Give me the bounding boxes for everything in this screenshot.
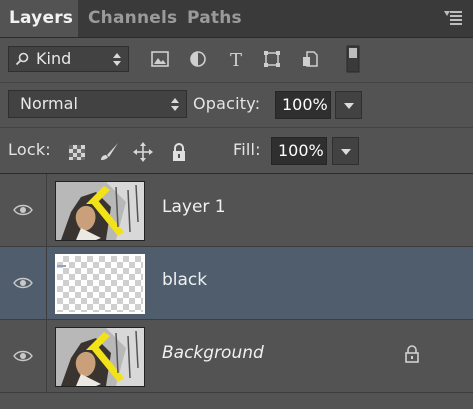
lock-transparent-pixels-icon[interactable] <box>66 141 88 163</box>
fill-dropdown-button[interactable] <box>332 137 359 165</box>
svg-text:T: T <box>230 50 242 68</box>
tab-layers[interactable]: Layers <box>0 0 78 37</box>
fill-value: 100% <box>278 141 324 160</box>
filter-toggle-icon[interactable] <box>346 45 360 73</box>
opacity-dropdown-button[interactable] <box>335 91 362 119</box>
chevron-down-icon <box>341 149 351 155</box>
type-layer-filter-icon[interactable]: T <box>226 50 246 68</box>
opacity-input[interactable]: 100% <box>275 91 331 119</box>
lock-position-icon[interactable] <box>132 141 154 163</box>
layer-row-background[interactable]: Background <box>0 320 473 393</box>
tab-layers-label: Layers <box>9 8 74 28</box>
pixel-layer-filter-icon[interactable] <box>150 50 170 68</box>
blend-mode-value: Normal <box>20 94 78 113</box>
tab-channels[interactable]: Channels <box>88 8 177 28</box>
smart-object-filter-icon[interactable] <box>300 50 320 68</box>
fill-label: Fill: <box>233 140 261 159</box>
search-icon <box>15 52 29 66</box>
layer-thumbnail[interactable] <box>55 181 145 241</box>
layer-row-black[interactable]: black <box>0 247 473 320</box>
chevron-down-icon <box>344 103 354 109</box>
visibility-toggle[interactable] <box>0 247 47 319</box>
opacity-label: Opacity: <box>193 94 261 113</box>
eye-icon <box>13 350 33 362</box>
layer-name[interactable]: Layer 1 <box>162 197 226 217</box>
filter-kind-select[interactable]: Kind <box>8 46 129 72</box>
selection-corner <box>57 256 66 267</box>
panel-footer <box>0 392 473 409</box>
select-updown-icon <box>171 98 179 111</box>
painting-thumbnail-image <box>56 328 144 386</box>
layers-list: Layer 1 black Background <box>0 174 473 393</box>
panel-menu-icon[interactable] <box>444 11 462 25</box>
painting-thumbnail-image <box>56 182 144 240</box>
layer-thumbnail[interactable] <box>55 254 145 314</box>
lock-all-icon[interactable] <box>168 141 190 163</box>
tab-paths[interactable]: Paths <box>187 8 242 28</box>
opacity-value: 100% <box>282 95 328 114</box>
fill-input[interactable]: 100% <box>271 137 327 165</box>
blend-options-row: Normal Opacity: 100% <box>0 83 473 128</box>
layer-name[interactable]: Background <box>162 343 264 363</box>
lock-label: Lock: <box>8 140 51 159</box>
filter-kind-label: Kind <box>36 49 72 68</box>
visibility-toggle[interactable] <box>0 320 47 392</box>
eye-icon <box>13 277 33 289</box>
layer-row-layer-1[interactable]: Layer 1 <box>0 174 473 247</box>
layer-thumbnail[interactable] <box>55 327 145 387</box>
shape-layer-filter-icon[interactable] <box>262 50 282 68</box>
layers-panel: Layers Channels Paths Kind T Normal Opac… <box>0 0 473 409</box>
select-updown-icon <box>113 53 121 66</box>
lock-image-pixels-icon[interactable] <box>98 141 120 163</box>
blend-mode-select[interactable]: Normal <box>8 90 187 118</box>
layer-filter-row: Kind T <box>0 38 473 83</box>
visibility-toggle[interactable] <box>0 174 47 246</box>
lock-icon <box>405 345 419 363</box>
panel-tab-bar: Layers Channels Paths <box>0 0 473 38</box>
eye-icon <box>13 204 33 216</box>
layer-name[interactable]: black <box>162 270 207 290</box>
adjustment-layer-filter-icon[interactable] <box>188 50 208 68</box>
lock-row: Lock: Fill: 100% <box>0 128 473 174</box>
